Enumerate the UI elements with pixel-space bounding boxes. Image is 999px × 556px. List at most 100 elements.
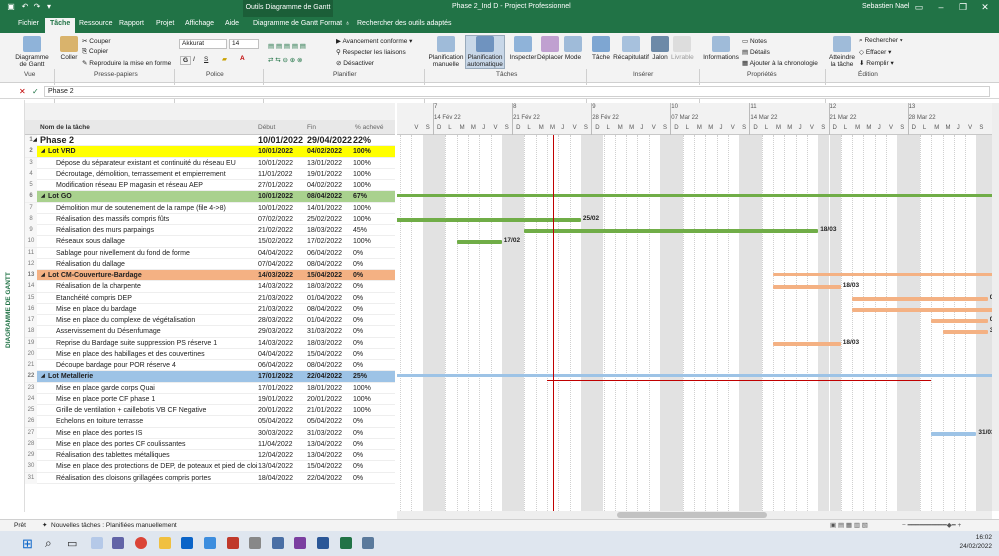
task-name-cell[interactable]: Lot VRD <box>48 146 257 157</box>
task-pct-cell[interactable]: 100% <box>353 180 391 191</box>
task-name-cell[interactable]: Mise en place des portes IS <box>56 428 257 439</box>
save-icon[interactable]: ▣ <box>6 2 16 12</box>
table-row[interactable]: 13 ◢ Lot CM-Couverture-Bardage 14/03/2022 15… <box>25 270 395 282</box>
search-tools-icon[interactable]: ♁ <box>345 20 350 27</box>
task-finish-cell[interactable]: 18/03/2022 <box>307 281 355 292</box>
task-name-cell[interactable]: Etanchéité compris DEP <box>56 293 257 304</box>
task-start-cell[interactable]: 14/03/2022 <box>258 270 306 281</box>
table-row[interactable]: 2 ◢ Lot VRD 10/01/2022 04/02/2022 100% <box>25 146 395 158</box>
task-start-cell[interactable]: 12/04/2022 <box>258 450 306 461</box>
underline-button[interactable]: S <box>204 56 208 63</box>
task-pct-cell[interactable]: 0% <box>353 338 391 349</box>
task-finish-cell[interactable]: 01/04/2022 <box>307 315 355 326</box>
task-name-cell[interactable]: Mise en place des habillages et des couv… <box>56 349 257 360</box>
task-start-cell[interactable]: 20/01/2022 <box>258 405 306 416</box>
chart-vscrollbar[interactable] <box>992 103 999 511</box>
task-finish-cell[interactable]: 04/02/2022 <box>307 180 355 191</box>
task-finish-cell[interactable]: 04/02/2022 <box>307 146 355 157</box>
auto-schedule-button[interactable]: Planification automatique <box>465 35 505 69</box>
row-number[interactable]: 20 <box>25 348 37 360</box>
task-finish-cell[interactable]: 19/01/2022 <box>307 169 355 180</box>
table-row[interactable]: 9 Réalisation des murs parpaings 21/02/202… <box>25 225 395 237</box>
status-new-tasks[interactable]: Nouvelles tâches : Planifiées manuelleme… <box>51 520 177 531</box>
task-finish-cell[interactable]: 08/04/2022 <box>307 304 355 315</box>
task-finish-cell[interactable]: 31/03/2022 <box>307 326 355 337</box>
task-name-cell[interactable]: Asservissement du Désenfumage <box>56 326 257 337</box>
gantt-view-button[interactable]: Diagramme de Gantt <box>12 36 52 68</box>
gantt-bar[interactable] <box>773 341 841 346</box>
table-row[interactable]: 14 Réalisation de la charpente 14/03/2022 1… <box>25 281 395 293</box>
task-start-cell[interactable]: 19/01/2022 <box>258 394 306 405</box>
respect-links-button[interactable]: ⚲ Respecter les liaisons <box>336 48 406 56</box>
task-start-cell[interactable]: 05/04/2022 <box>258 416 306 427</box>
task-finish-cell[interactable]: 08/04/2022 <box>307 360 355 371</box>
task-finish-cell[interactable]: 15/04/2022 <box>307 461 355 472</box>
task-finish-cell[interactable]: 08/04/2022 <box>307 259 355 270</box>
task-name-cell[interactable]: Décroutage, démolition, terrassement et … <box>56 169 257 180</box>
task-pct-cell[interactable]: 0% <box>353 293 391 304</box>
table-row[interactable]: 7 Démolition mur de soutenement de la ram… <box>25 202 395 214</box>
chrome-icon[interactable] <box>135 537 147 549</box>
collapse-icon[interactable]: ◢ <box>33 135 40 146</box>
table-row[interactable]: 16 Mise en place du bardage 21/03/2022 08/0… <box>25 303 395 315</box>
gantt-bar[interactable] <box>456 240 502 245</box>
task-name-cell[interactable]: Réalisation des cloisons grillagées comp… <box>56 473 257 484</box>
table-row[interactable]: 5 Modification réseau EP magasin et résea… <box>25 180 395 192</box>
gantt-bar[interactable] <box>931 319 988 323</box>
row-number[interactable]: 23 <box>25 382 37 394</box>
row-number[interactable]: 29 <box>25 450 37 461</box>
task-start-cell[interactable]: 10/01/2022 <box>258 191 306 202</box>
table-row[interactable]: 8 Réalisation des massifs compris fûts 07/… <box>25 213 395 225</box>
move-button[interactable]: Déplacer <box>537 36 563 61</box>
row-number[interactable]: 31 <box>25 472 37 484</box>
task-start-cell[interactable]: 21/02/2022 <box>258 225 306 236</box>
task-finish-cell[interactable]: 18/01/2022 <box>307 383 355 394</box>
row-number[interactable]: 21 <box>25 360 37 371</box>
table-row[interactable]: 1 ◢ Phase 2 10/01/2022 29/04/2022 22% <box>25 135 395 147</box>
table-row[interactable]: 10 Réseaux sous dallage 15/02/2022 17/02/20… <box>25 236 395 248</box>
tab-gantt-format[interactable]: Diagramme de Gantt Format <box>253 20 342 27</box>
chart-scroll-thumb[interactable] <box>617 512 767 518</box>
scroll-to-task-button[interactable]: Atteindre la tâche <box>828 36 856 68</box>
search-icon[interactable]: ⌕ <box>45 536 52 551</box>
row-number[interactable]: 9 <box>25 225 37 236</box>
table-row[interactable]: 21 Découpe bardage pour POR réserve 4 06/0… <box>25 360 395 372</box>
task-name-cell[interactable]: Mise en place du bardage <box>56 304 257 315</box>
task-pct-cell[interactable]: 0% <box>353 248 391 259</box>
task-finish-cell[interactable]: 20/01/2022 <box>307 394 355 405</box>
zoom-slider[interactable]: − ━━━━━━━━━━◆━ + <box>902 520 961 531</box>
table-row[interactable]: 29 Réalisation des tablettes métalliques 1… <box>25 450 395 462</box>
task-start-cell[interactable]: 04/04/2022 <box>258 349 306 360</box>
task-pct-cell[interactable]: 45% <box>353 225 391 236</box>
task-start-cell[interactable]: 07/02/2022 <box>258 214 306 225</box>
task-pct-cell[interactable]: 0% <box>353 428 391 439</box>
col-header-finish[interactable]: Fin <box>307 120 316 135</box>
task-start-cell[interactable]: 30/03/2022 <box>258 428 306 439</box>
task-start-cell[interactable]: 17/01/2022 <box>258 371 306 382</box>
collapse-icon[interactable]: ◢ <box>41 191 48 202</box>
copy-button[interactable]: ⎘ Copier <box>82 48 108 56</box>
task-pct-cell[interactable]: 0% <box>353 281 391 292</box>
task-name-cell[interactable]: Mise en place du complexe de végétalisat… <box>56 315 257 326</box>
task-pct-cell[interactable]: 0% <box>353 473 391 484</box>
task-name-cell[interactable]: Mise en place des portes CF coulissantes <box>56 439 257 450</box>
task-pct-cell[interactable]: 100% <box>353 405 391 416</box>
app5-icon[interactable] <box>317 537 329 549</box>
row-number[interactable]: 17 <box>25 315 37 326</box>
task-pct-cell[interactable]: 0% <box>353 326 391 337</box>
row-number[interactable]: 7 <box>25 202 37 214</box>
tab-rapport[interactable]: Rapport <box>119 20 144 27</box>
link-tasks-icons[interactable]: ⇄ ⇆ ⊖ ⊕ ⊗ <box>268 56 302 64</box>
app3-icon[interactable] <box>272 537 284 549</box>
table-row[interactable]: 3 Dépose du séparateur existant et contin… <box>25 157 395 169</box>
task-start-cell[interactable]: 21/03/2022 <box>258 293 306 304</box>
summary-button[interactable]: Récapitulatif <box>613 36 649 61</box>
task-finish-cell[interactable]: 14/01/2022 <box>307 203 355 214</box>
task-finish-cell[interactable]: 01/04/2022 <box>307 293 355 304</box>
row-number[interactable]: 18 <box>25 326 37 338</box>
task-name-cell[interactable]: Réalisation de la charpente <box>56 281 257 292</box>
row-number[interactable]: 11 <box>25 247 37 259</box>
table-row[interactable]: 11 Sablage pour nivellement du fond de fo… <box>25 247 395 259</box>
task-name-cell[interactable]: Modification réseau EP magasin et réseau… <box>56 180 257 191</box>
task-start-cell[interactable]: 29/03/2022 <box>258 326 306 337</box>
